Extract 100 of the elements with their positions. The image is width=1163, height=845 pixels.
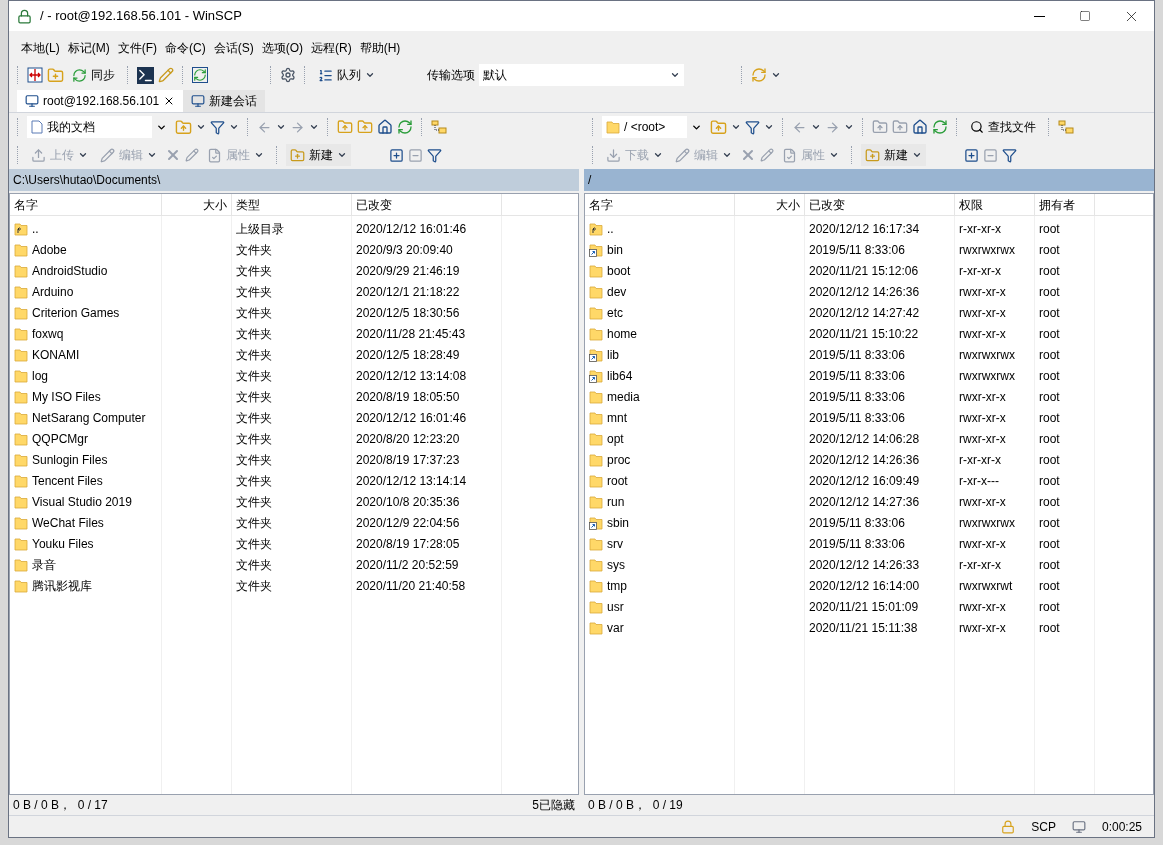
file-name[interactable]: media [607,387,640,406]
sync-button[interactable]: 同步 [68,66,119,84]
terminal-icon[interactable] [137,66,154,84]
file-name[interactable]: sys [607,555,625,574]
tree-icon[interactable] [431,120,447,134]
refresh-icon[interactable] [932,119,948,135]
file-name[interactable]: dev [607,282,627,301]
open-folder-icon[interactable] [175,118,192,136]
sync-browse-icon[interactable] [192,67,208,83]
column-header[interactable]: 权限 [955,194,1035,215]
file-name[interactable]: NetSarang Computer [32,408,146,427]
file-name[interactable]: usr [607,597,624,616]
column-header[interactable]: 大小 [162,194,232,215]
menu-item[interactable]: 本地(L) [17,39,64,57]
file-name[interactable]: opt [607,429,624,448]
file-name[interactable]: lib [607,345,619,364]
file-name[interactable]: boot [607,261,631,280]
select-icon[interactable] [964,147,979,163]
parent-folder-icon[interactable] [872,119,888,135]
new-button[interactable]: 新建 [286,144,351,166]
file-name[interactable]: Visual Studio 2019 [32,492,132,511]
file-name[interactable]: Adobe [32,240,67,259]
file-name[interactable]: Criterion Games [32,303,120,322]
file-name[interactable]: Sunlogin Files [32,450,108,469]
refresh-icon[interactable] [397,119,413,135]
file-name[interactable]: 腾讯影视库 [32,576,92,595]
menu-item[interactable]: 文件(F) [113,39,161,57]
back-icon[interactable] [792,119,807,135]
table-cell-text: 文件夹 [236,514,272,532]
home-icon[interactable] [377,119,393,135]
file-name[interactable]: proc [607,450,631,469]
open-folder-icon[interactable] [710,118,727,136]
table-cell-text: rwxr-xr-x [959,304,1006,322]
column-header[interactable]: 大小 [735,194,805,215]
find-files-button[interactable]: 查找文件 [966,118,1040,136]
table-cell-text: 2019/5/11 8:33:06 [809,367,905,385]
home-icon[interactable] [912,119,928,135]
file-name[interactable]: KONAMI [32,345,80,364]
menu-item[interactable]: 选项(O) [257,39,307,57]
file-name[interactable]: foxwq [32,324,64,343]
table-cell-text: r-xr-x--- [959,472,999,490]
back-icon[interactable] [257,119,272,135]
file-name[interactable]: Arduino [32,282,74,301]
table-cell-text: 2019/5/11 8:33:06 [809,241,905,259]
file-name[interactable]: AndroidStudio [32,261,108,280]
column-header[interactable]: 已改变 [805,194,955,215]
file-name[interactable]: WeChat Files [32,513,104,532]
delete-icon[interactable] [740,147,756,163]
column-header[interactable]: 名字 [585,194,735,215]
file-name[interactable]: log [32,366,48,385]
new-button[interactable]: 新建 [861,144,926,166]
parent-folder-icon[interactable] [337,119,353,135]
folder-icon [589,620,603,635]
sync-icon[interactable] [751,67,767,83]
menu-item[interactable]: 命令(C) [161,39,210,57]
folder-icon [14,284,28,299]
file-name[interactable]: Tencent Files [32,471,103,490]
column-header[interactable]: 已改变 [352,194,502,215]
column-header[interactable]: 拥有者 [1035,194,1095,215]
table-cell-text: 2020/8/19 18:05:50 [356,388,460,406]
settings-icon[interactable] [280,67,296,83]
file-name[interactable]: .. [607,219,614,238]
filter-select-icon[interactable] [427,147,442,163]
forward-icon[interactable] [290,119,305,135]
location-combo[interactable]: / <root> [602,116,687,138]
column-header[interactable]: 类型 [232,194,352,215]
file-name[interactable]: run [607,492,625,511]
compare-icon[interactable] [27,67,43,83]
forward-icon[interactable] [825,119,840,135]
file-name[interactable]: .. [32,219,39,238]
tree-icon[interactable] [1058,120,1074,134]
location-combo[interactable]: 我的文档 [27,116,152,138]
filter-select-icon[interactable] [1002,147,1017,163]
queue-button[interactable]: 队列 [314,66,379,84]
file-name[interactable]: etc [607,303,623,322]
menu-item[interactable]: 远程(R) [307,39,356,57]
session-tab[interactable]: root@192.168.56.101 [17,90,184,112]
menu-item[interactable]: 帮助(H) [355,39,405,57]
file-name[interactable]: root [607,471,628,490]
file-name[interactable]: Youku Files [32,534,94,553]
transfer-settings-combo[interactable]: 默认 [479,64,684,86]
file-name[interactable]: srv [607,534,623,553]
select-icon[interactable] [389,147,404,163]
file-name[interactable]: var [607,618,624,637]
filter-icon[interactable] [210,119,225,135]
filter-icon[interactable] [745,119,760,135]
file-name[interactable]: tmp [607,576,627,595]
column-header[interactable]: 名字 [10,194,162,215]
menu-item[interactable]: 会话(S) [209,39,258,57]
file-name[interactable]: sbin [607,513,629,532]
file-name[interactable]: bin [607,240,623,259]
file-name[interactable]: QQPCMgr [32,429,88,448]
session-tab[interactable]: 新建会话 [183,90,266,112]
file-name[interactable]: My ISO Files [32,387,101,406]
file-name[interactable]: 录音 [32,555,56,574]
menu-item[interactable]: 标记(M) [63,39,114,57]
file-name[interactable]: mnt [607,408,627,427]
delete-icon[interactable] [165,147,181,163]
file-name[interactable]: lib64 [607,366,633,385]
file-name[interactable]: home [607,324,638,343]
